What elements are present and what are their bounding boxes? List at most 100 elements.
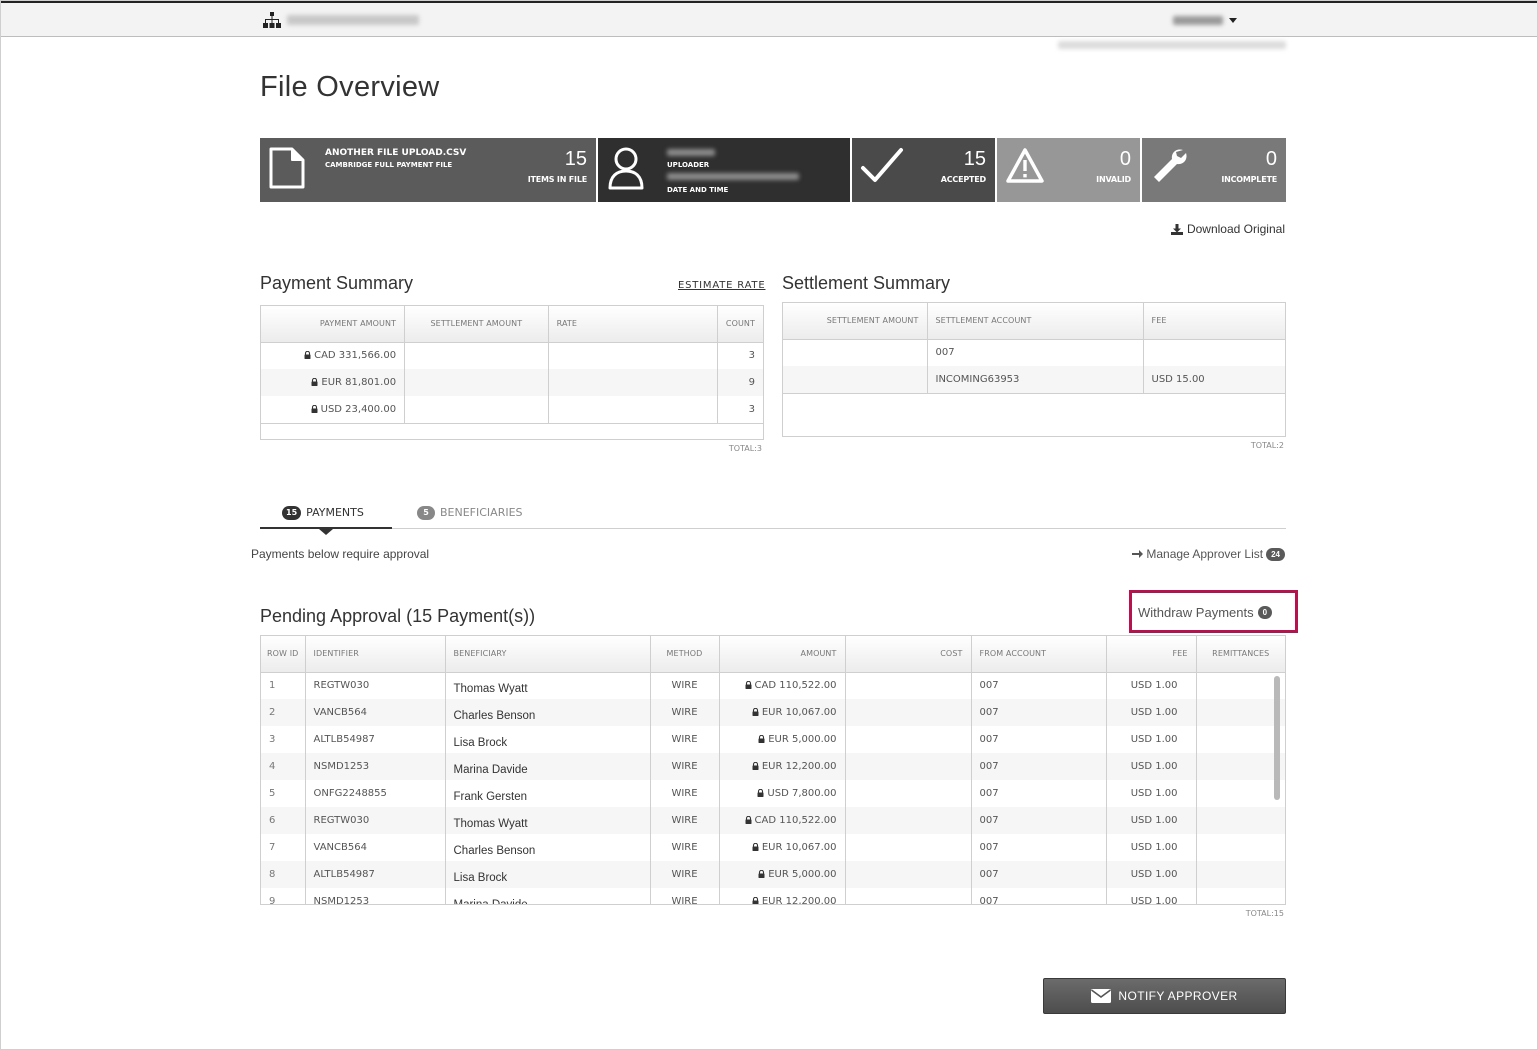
datetime-label: DATE AND TIME xyxy=(667,186,729,194)
amount-cell: USD 7,800.00 xyxy=(719,780,846,807)
rate-cell xyxy=(548,369,718,396)
payment-amount-cell-value: CAD 331,566.00 xyxy=(314,350,397,362)
settlement-summary-table: SETTLEMENT AMOUNT SETTLEMENT ACCOUNT FEE… xyxy=(782,302,1286,437)
col-beneficiary[interactable]: BENEFICIARY xyxy=(445,636,651,673)
settlement-summary-empty-row xyxy=(783,392,1285,437)
from-account-cell: 007 xyxy=(971,699,1107,726)
payment-row[interactable]: 6 REGTW030 Thomas Wyatt WIRE CAD 110,522.00 0… xyxy=(261,807,1285,834)
from-account-cell: 007 xyxy=(971,888,1107,904)
rate-cell xyxy=(548,396,718,423)
cost-cell xyxy=(845,888,972,904)
manage-approver-list-link[interactable]: Manage Approver List 24 xyxy=(1132,547,1285,561)
remittances-cell xyxy=(1196,753,1285,780)
amount-cell-value: EUR 12,200.00 xyxy=(761,761,837,772)
payment-row[interactable]: 9 NSMD1253 Marina Davide WIRE EUR 12,200.00 0… xyxy=(261,888,1285,904)
row-id-cell: 2 xyxy=(261,699,306,726)
payment-summary-title: Payment Summary xyxy=(260,273,414,293)
beneficiary-cell: Charles Benson xyxy=(445,834,651,861)
estimate-rate-link[interactable]: ESTIMATE RATE xyxy=(678,280,765,291)
withdraw-count-badge: 0 xyxy=(1257,606,1273,619)
cost-cell xyxy=(845,672,972,699)
envelope-icon xyxy=(1091,989,1112,1003)
notify-approver-button[interactable]: NOTIFY APPROVER xyxy=(1043,978,1286,1014)
payment-row[interactable]: 8 ALTLB54987 Lisa Brock WIRE EUR 5,000.00 007… xyxy=(261,861,1285,888)
items-count: 15 xyxy=(564,148,587,170)
tab-beneficiaries[interactable]: 5 BENEFICIARIES xyxy=(417,506,523,529)
row-id-cell: 7 xyxy=(261,834,306,861)
amount-cell-value: CAD 110,522.00 xyxy=(754,815,837,826)
beneficiary-cell: Frank Gersten xyxy=(445,780,651,807)
identifier-cell: REGTW030 xyxy=(305,807,446,834)
beneficiary-cell: Marina Davide xyxy=(445,753,651,780)
count-cell: 3 xyxy=(748,403,755,415)
amount-cell-value: CAD 110,522.00 xyxy=(754,680,837,692)
remittances-cell xyxy=(1196,726,1285,753)
fee-cell: USD 1.00 xyxy=(1106,699,1197,726)
remittances-cell xyxy=(1196,861,1285,888)
col-count[interactable]: COUNT xyxy=(717,306,763,343)
accepted-label: ACCEPTED xyxy=(940,175,986,184)
payment-row[interactable]: 7 VANCB564 Charles Benson WIRE EUR 10,067.00… xyxy=(261,834,1285,861)
user-name-redacted xyxy=(1173,15,1223,25)
count-cell: 3 xyxy=(748,350,755,362)
method-cell: WIRE xyxy=(650,861,720,888)
col-cost[interactable]: COST xyxy=(845,636,972,673)
payment-row[interactable]: 5 ONFG2248855 Frank Gersten WIRE USD 7,800.0… xyxy=(261,780,1285,807)
payment-row[interactable]: 3 ALTLB54987 Lisa Brock WIRE EUR 5,000.00 007… xyxy=(261,726,1285,753)
col-settlement-amount[interactable]: SETTLEMENT AMOUNT xyxy=(783,303,928,340)
col-settlement-account[interactable]: SETTLEMENT ACCOUNT xyxy=(927,303,1144,340)
payment-row[interactable]: 4 NSMD1253 Marina Davide WIRE EUR 12,200.00 0… xyxy=(261,753,1285,780)
remittances-cell xyxy=(1196,780,1285,807)
from-account-cell: 007 xyxy=(971,753,1107,780)
withdraw-payments-button[interactable]: Withdraw Payments 0 xyxy=(1138,605,1273,620)
settlement-amount-cell xyxy=(783,366,928,393)
lock-icon xyxy=(752,843,759,851)
col-payment-amount[interactable]: PAYMENT AMOUNT xyxy=(261,306,406,343)
col-settlement-amount[interactable]: SETTLEMENT AMOUNT xyxy=(404,306,549,343)
col-from-account[interactable]: FROM ACCOUNT xyxy=(971,636,1107,673)
accepted-tile: 15 ACCEPTED xyxy=(852,138,995,202)
table-scrollbar[interactable] xyxy=(1274,676,1280,800)
method-cell: WIRE xyxy=(650,807,720,834)
col-identifier[interactable]: IDENTIFIER xyxy=(305,636,446,673)
fee-cell: USD 1.00 xyxy=(1106,834,1197,861)
settlement-account-cell: 007 xyxy=(927,339,1144,366)
settlement-summary-total: TOTAL:2 xyxy=(1250,441,1284,450)
payment-row[interactable]: 1 REGTW030 Thomas Wyatt WIRE CAD 110,522.00 0… xyxy=(261,672,1285,699)
col-method[interactable]: METHOD xyxy=(650,636,720,673)
cost-cell xyxy=(845,753,972,780)
payment-amount-cell: CAD 331,566.00 xyxy=(261,342,406,369)
payment-summary-empty-row xyxy=(261,422,763,439)
col-fee[interactable]: FEE xyxy=(1106,636,1197,673)
payment-row[interactable]: 2 VANCB564 Charles Benson WIRE EUR 10,067.00… xyxy=(261,699,1285,726)
payments-count-badge: 15 xyxy=(282,506,302,520)
row-id-cell: 4 xyxy=(261,753,306,780)
tab-payments[interactable]: 15 PAYMENTS xyxy=(282,506,364,529)
approval-note: Payments below require approval xyxy=(251,547,430,561)
fee-cell: USD 1.00 xyxy=(1106,780,1197,807)
col-amount[interactable]: AMOUNT xyxy=(719,636,846,673)
method-cell: WIRE xyxy=(650,753,720,780)
amount-cell: CAD 110,522.00 xyxy=(719,672,846,699)
col-remittances[interactable]: REMITTANCES xyxy=(1196,636,1285,673)
beneficiary-cell: Lisa Brock xyxy=(445,861,651,888)
lock-icon xyxy=(304,351,311,360)
col-fee[interactable]: FEE xyxy=(1143,303,1285,340)
beneficiary-cell: Thomas Wyatt xyxy=(445,807,651,834)
user-menu[interactable] xyxy=(1173,13,1237,27)
cost-cell xyxy=(845,834,972,861)
col-rate[interactable]: RATE xyxy=(548,306,718,343)
settlement-amount-cell xyxy=(783,339,928,366)
tab-beneficiaries-label: BENEFICIARIES xyxy=(440,506,523,519)
cost-cell xyxy=(845,699,972,726)
col-row-id[interactable]: ROW ID xyxy=(261,636,306,673)
download-original-link[interactable]: Download Original xyxy=(1170,222,1285,236)
lock-icon xyxy=(758,735,765,743)
remittances-cell xyxy=(1196,699,1285,726)
amount-cell: EUR 10,067.00 xyxy=(719,834,846,861)
from-account-cell: 007 xyxy=(971,726,1107,753)
file-stats-tiles: ANOTHER FILE UPLOAD.CSV CAMBRIDGE FULL P… xyxy=(260,138,1286,202)
from-account-cell: 007 xyxy=(971,672,1107,699)
beneficiary-cell: Charles Benson xyxy=(445,699,651,726)
user-icon xyxy=(608,147,644,190)
